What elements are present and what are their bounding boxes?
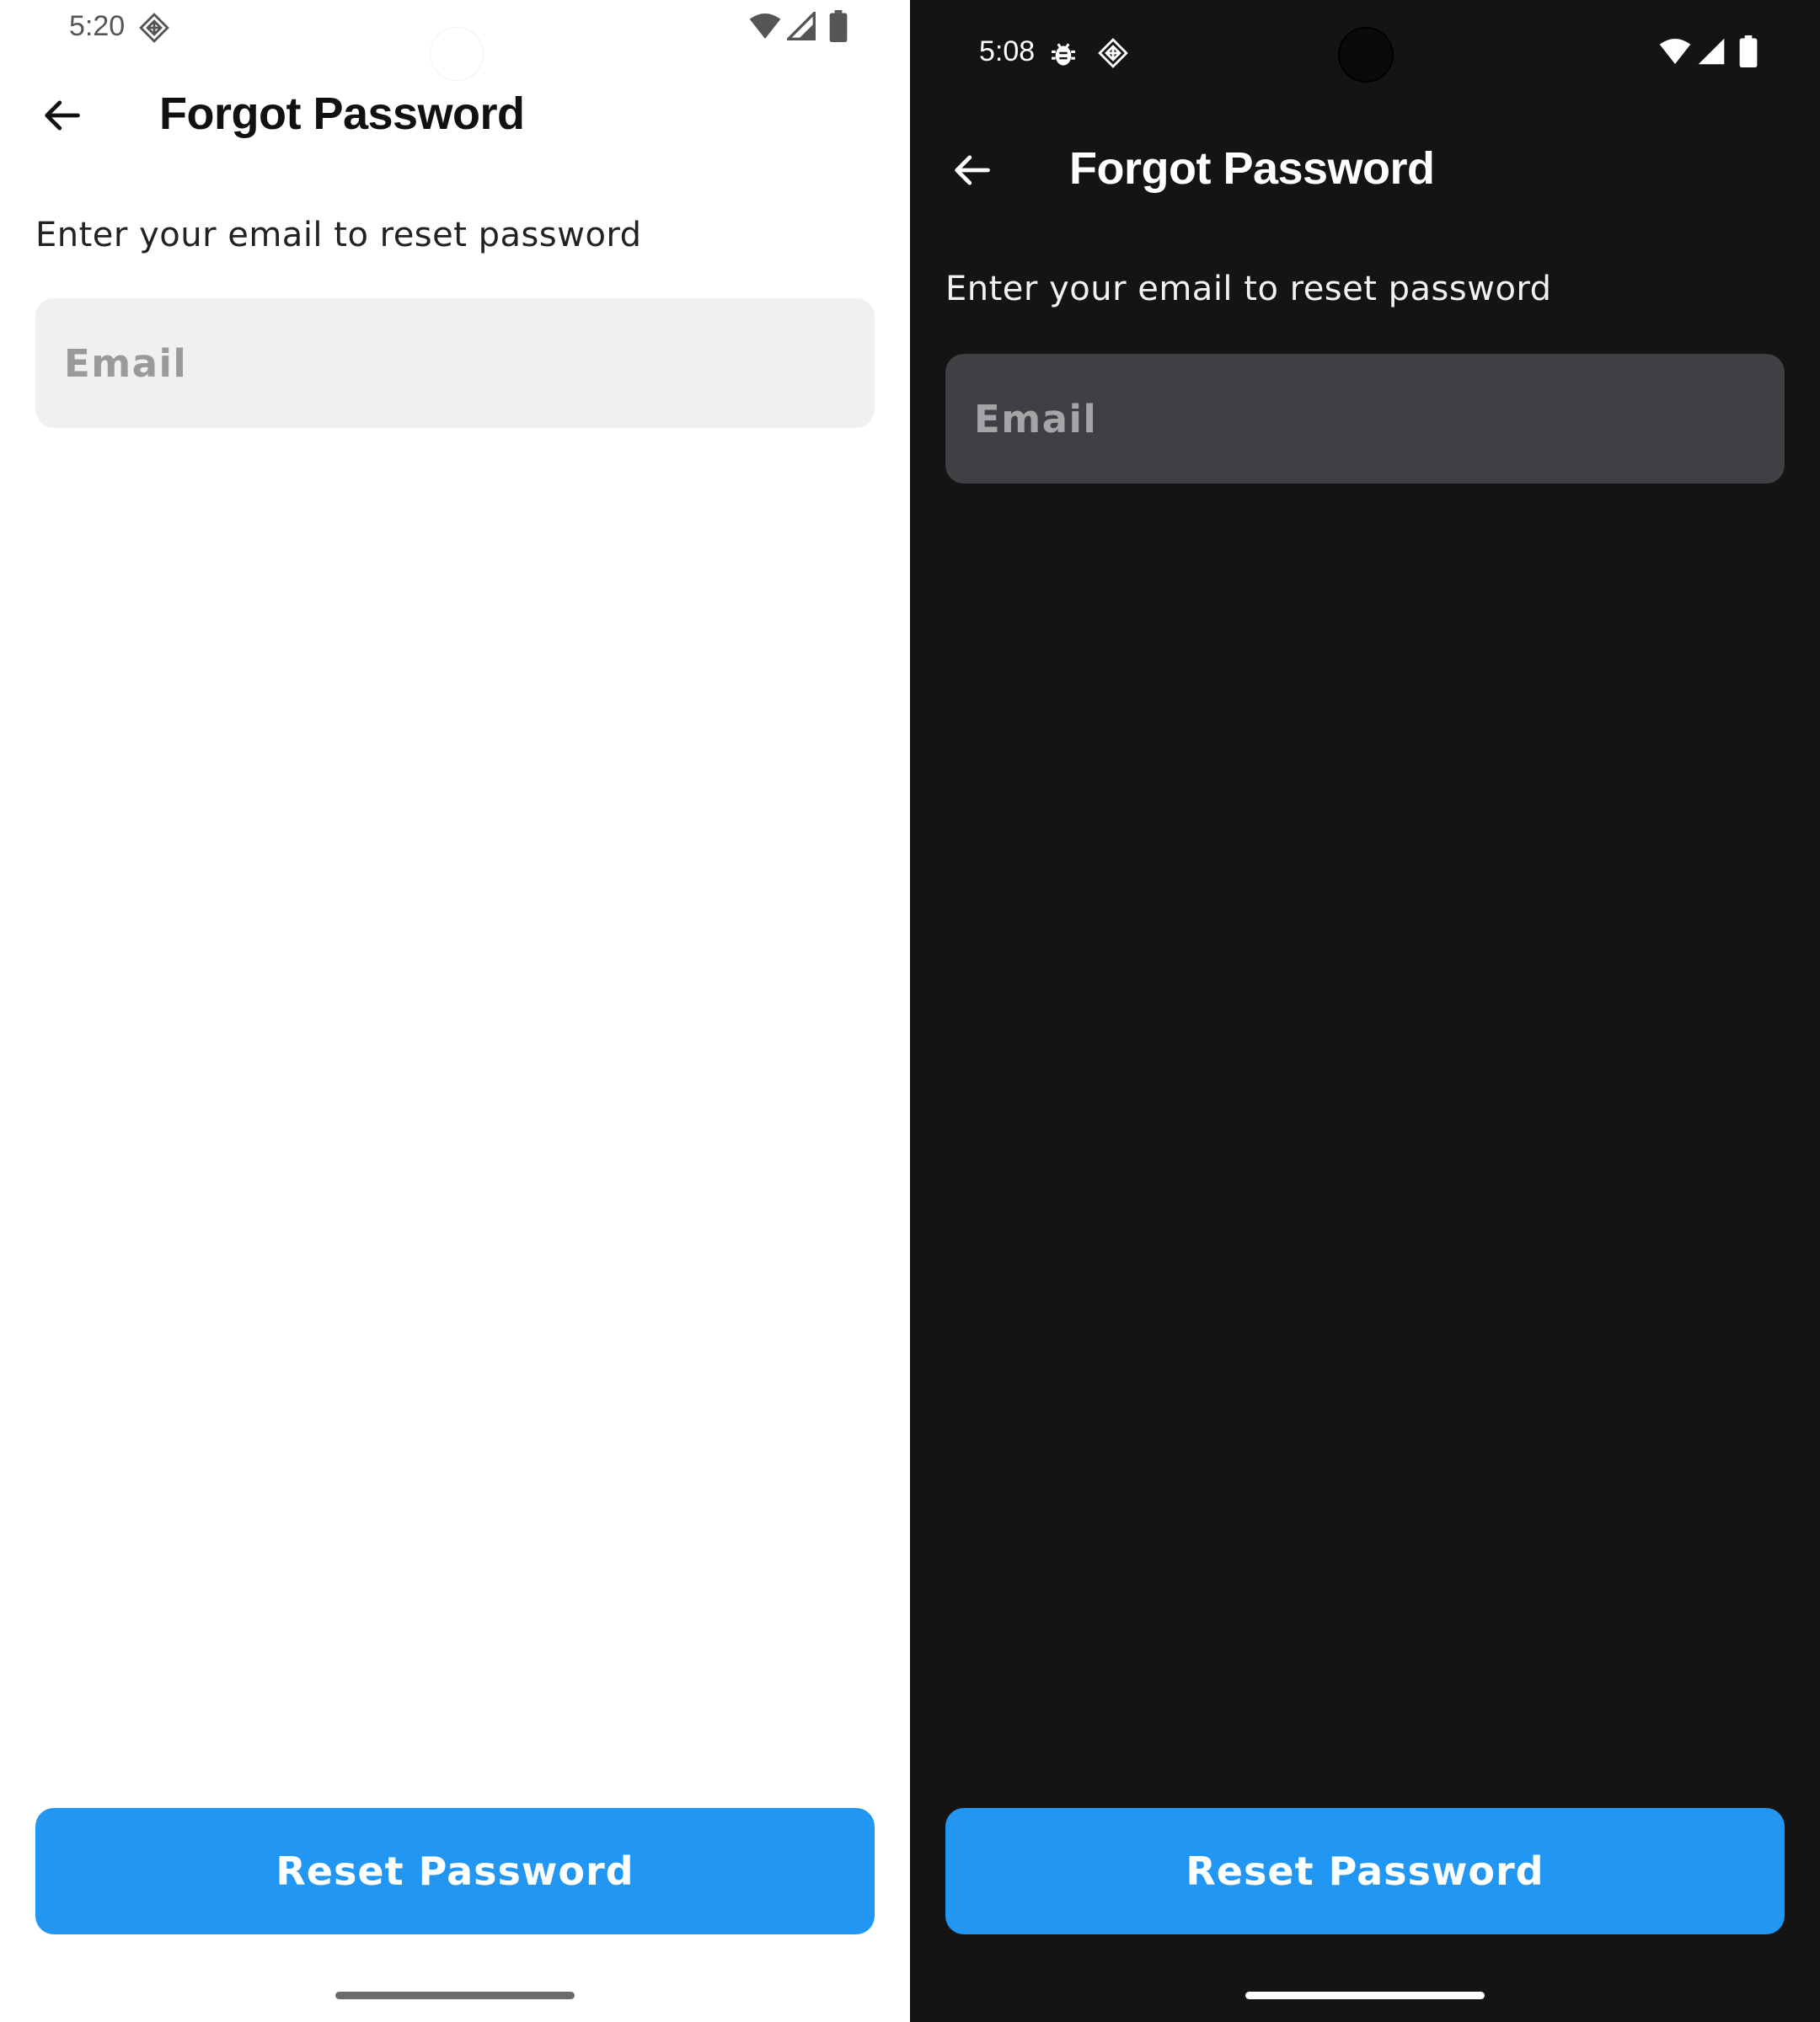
app-bar: Forgot Password <box>910 122 1820 215</box>
page-title: Forgot Password <box>159 88 525 139</box>
reset-password-button-label: Reset Password <box>276 1848 634 1894</box>
comparison-stage: 5:20 Forgot Password Enter your email to… <box>0 0 1820 2022</box>
email-field[interactable] <box>945 354 1785 484</box>
dark-theme-screen: 5:08 Forgot Password Enter your email to… <box>910 0 1820 2022</box>
email-input[interactable] <box>64 340 875 386</box>
instruction-text: Enter your email to reset password <box>945 270 1552 308</box>
home-indicator[interactable] <box>1245 1992 1485 1999</box>
arrow-left-icon <box>45 100 80 131</box>
status-time: 5:08 <box>979 35 1036 67</box>
back-button[interactable] <box>942 141 1001 200</box>
battery-icon <box>1739 35 1758 67</box>
battery-icon <box>829 10 848 42</box>
email-field[interactable] <box>35 298 875 428</box>
reset-password-button[interactable]: Reset Password <box>35 1808 875 1934</box>
app-bar: Forgot Password <box>0 67 910 160</box>
home-indicator[interactable] <box>335 1992 575 1999</box>
arrow-left-icon <box>955 155 990 185</box>
cellular-signal-icon <box>787 12 816 40</box>
back-button[interactable] <box>32 86 91 145</box>
light-theme-screen: 5:20 Forgot Password Enter your email to… <box>0 0 910 2022</box>
email-input[interactable] <box>974 396 1785 441</box>
wifi-icon <box>749 13 781 39</box>
reset-password-button[interactable]: Reset Password <box>945 1808 1785 1934</box>
instruction-text: Enter your email to reset password <box>35 216 642 254</box>
status-time: 5:20 <box>69 10 126 42</box>
cellular-signal-icon <box>1698 38 1725 65</box>
app-notification-icon <box>139 13 169 43</box>
debug-bug-icon <box>1052 43 1075 66</box>
app-notification-icon <box>1098 38 1128 68</box>
wifi-icon <box>1659 39 1691 64</box>
page-title: Forgot Password <box>1069 143 1435 194</box>
reset-password-button-label: Reset Password <box>1186 1848 1544 1894</box>
front-camera <box>1338 27 1394 83</box>
